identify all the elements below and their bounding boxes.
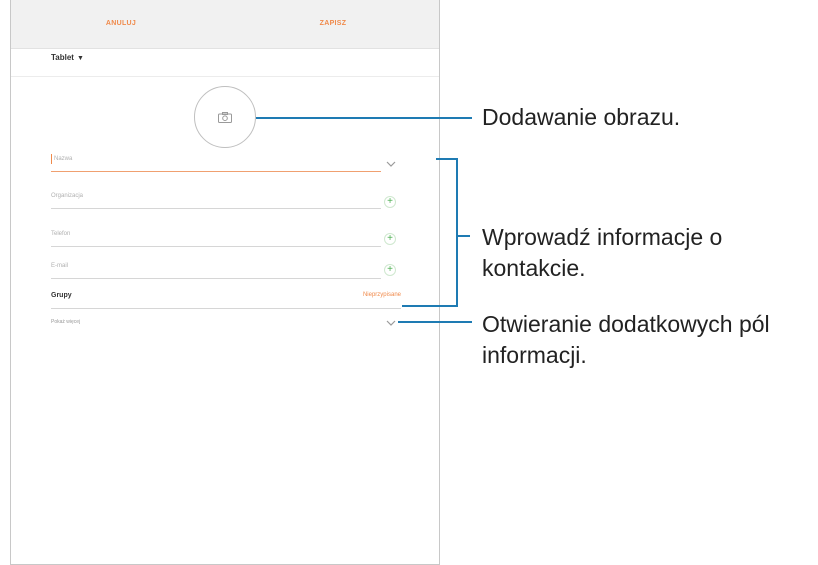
groups-label: Grupy (51, 292, 72, 299)
chevron-down-icon[interactable] (386, 320, 396, 326)
callout-line-bracket-top (436, 158, 458, 160)
callout-add-image: Dodawanie obrazu. (482, 104, 681, 130)
add-organization-plus-icon[interactable]: + (384, 196, 396, 208)
field-underline (51, 278, 381, 279)
callout-line-bracket-bottom (402, 305, 458, 307)
chevron-down-icon[interactable] (386, 161, 396, 167)
email-placeholder: E-mail (51, 263, 69, 269)
field-underline (51, 246, 381, 247)
top-action-bar: ANULUJ ZAPISZ (11, 0, 439, 49)
name-field[interactable]: Nazwa (51, 152, 381, 172)
add-email-plus-icon[interactable]: + (384, 264, 396, 276)
phone-placeholder: Telefon (51, 231, 71, 237)
add-phone-plus-icon[interactable]: + (384, 233, 396, 245)
callout-enter-info-line2: kontakcie. (482, 255, 586, 281)
dropdown-caret-icon: ▼ (76, 55, 84, 62)
account-selector[interactable]: Tablet ▼ (51, 53, 84, 62)
field-underline (51, 171, 381, 172)
add-photo-button[interactable] (194, 86, 256, 148)
callout-enter-info-line1: Wprowadź informacje o (482, 224, 723, 250)
callout-open-more: Otwieranie dodatkowych pól informacji. (482, 309, 770, 371)
email-field[interactable]: E-mail (51, 259, 381, 279)
field-underline (51, 208, 381, 209)
callout-line-photo (256, 117, 472, 119)
text-cursor (51, 154, 52, 164)
divider (11, 76, 439, 77)
tablet-screen: ANULUJ ZAPISZ Tablet ▼ Nazwa Organizacja … (10, 0, 440, 565)
organization-field[interactable]: Organizacja (51, 189, 381, 209)
groups-value[interactable]: Nieprzypisane (311, 292, 401, 298)
account-label: Tablet (51, 53, 74, 62)
organization-placeholder: Organizacja (51, 193, 84, 199)
save-button[interactable]: ZAPISZ (273, 0, 393, 48)
phone-field[interactable]: Telefon (51, 227, 381, 247)
callout-line-more (398, 321, 472, 323)
callout-enter-info: Wprowadź informacje o kontakcie. (482, 222, 722, 284)
callout-line-bracket-pointer (458, 235, 470, 237)
camera-icon (218, 112, 232, 123)
callout-open-more-line1: Otwieranie dodatkowych pól (482, 311, 770, 337)
cancel-button[interactable]: ANULUJ (61, 0, 181, 48)
divider (51, 308, 401, 309)
name-placeholder: Nazwa (54, 156, 73, 162)
callout-open-more-line2: informacji. (482, 342, 587, 368)
more-fields-link[interactable]: Pokaż więcej (51, 319, 80, 325)
callout-line-bracket-vertical (456, 158, 458, 307)
